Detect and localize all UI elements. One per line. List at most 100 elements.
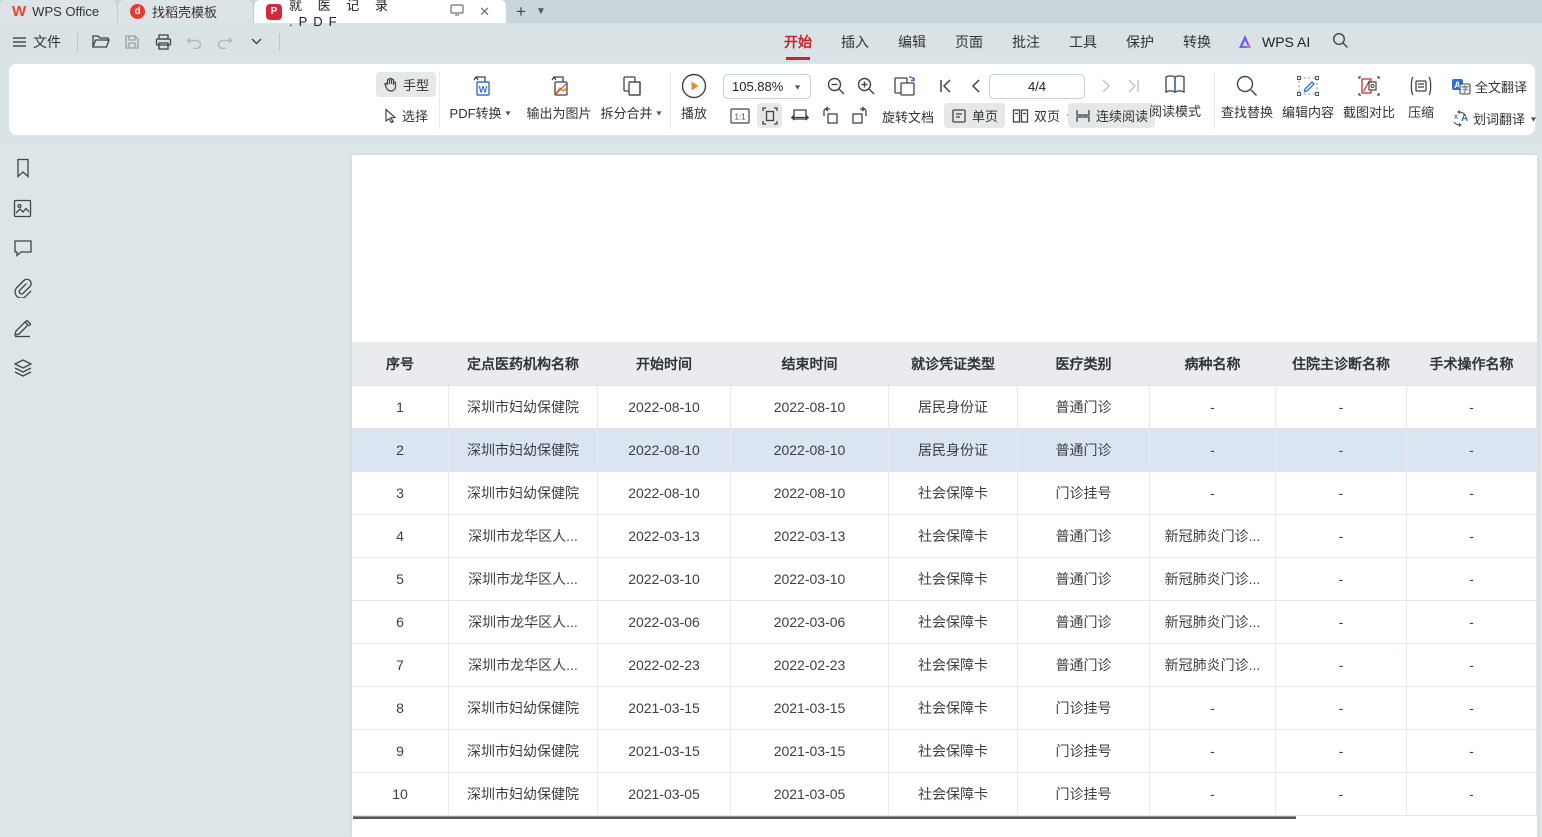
tab-document[interactable]: P 就 医 记 录 .PDF ✕ [254,0,506,23]
edit-content-button[interactable]: 编辑内容 [1277,74,1339,121]
table-row[interactable]: 10深圳市妇幼保健院2021-03-052021-03-05社会保障卡门诊挂号-… [352,773,1537,816]
menu-item-页面[interactable]: 页面 [955,26,983,58]
menu-item-批注[interactable]: 批注 [1012,26,1040,58]
chevron-down-icon: ▼ [504,109,513,117]
table-cell: - [1276,687,1407,730]
actual-size-button[interactable]: 1:1 [727,103,752,128]
find-replace-button[interactable]: 查找替换 [1216,74,1278,121]
table-row[interactable]: 9深圳市妇幼保健院2021-03-152021-03-15社会保障卡门诊挂号--… [352,730,1537,773]
tab-docer[interactable]: d 找稻壳模板 [118,0,254,23]
save-icon[interactable] [123,33,141,51]
undo-icon[interactable] [185,33,203,51]
table-row[interactable]: 6深圳市龙华区人...2022-03-062022-03-06社会保障卡普通门诊… [352,601,1537,644]
rotate-pages-icon[interactable] [891,73,919,101]
table-cell: 2021-03-15 [598,687,731,730]
table-row[interactable]: 5深圳市龙华区人...2022-03-102022-03-10社会保障卡普通门诊… [352,558,1537,601]
menu-item-保护[interactable]: 保护 [1126,26,1154,58]
continuous-read-button[interactable]: 连续阅读 [1068,103,1155,128]
toolbar: 手型 选择 W PDF转换▼ 输出为图片 拆分合并▼ 播放 [8,63,1536,136]
first-page-button[interactable] [935,75,957,97]
print-icon[interactable] [154,33,172,51]
screenshot-compare-button[interactable]: 截图对比 [1338,74,1400,121]
menu-item-插入[interactable]: 插入 [841,26,869,58]
thumbnail-icon[interactable] [12,197,34,219]
menu-item-开始[interactable]: 开始 [784,26,812,58]
select-tool-button[interactable]: 选择 [376,103,435,128]
table-row[interactable]: 1深圳市妇幼保健院2022-08-102022-08-10居民身份证普通门诊--… [352,386,1537,429]
redo-icon[interactable] [216,33,234,51]
file-menu-button[interactable]: 文件 [0,32,71,52]
column-header: 定点医药机构名称 [449,342,598,386]
signature-icon[interactable] [12,317,34,339]
attachment-icon[interactable] [12,277,34,299]
table-row[interactable]: 7深圳市龙华区人...2022-02-232022-02-23社会保障卡普通门诊… [352,644,1537,687]
single-page-button[interactable]: 单页 [944,103,1005,128]
open-file-icon[interactable] [92,33,110,51]
pdf-convert-label: PDF转换 [450,103,502,122]
menu-item-工具[interactable]: 工具 [1069,26,1097,58]
table-cell: 2021-03-05 [598,773,731,816]
split-merge-icon [620,74,644,99]
close-tab-icon[interactable]: ✕ [475,4,494,20]
table-cell: 社会保障卡 [889,773,1018,816]
word-translate-icon: xA [1451,110,1469,127]
table-cell: 9 [352,730,449,773]
hand-tool-button[interactable]: 手型 [376,72,436,97]
split-merge-button[interactable]: 拆分合并▼ [594,74,670,122]
table-cell: 2021-03-15 [598,730,731,773]
fit-width-button[interactable] [787,103,812,128]
compress-button[interactable]: 压缩 [1396,74,1446,121]
table-cell: - [1150,773,1276,816]
next-page-button[interactable] [1096,75,1118,97]
zoom-in-button[interactable] [855,75,877,97]
bookmark-icon[interactable] [12,157,34,179]
last-page-button[interactable] [1122,75,1144,97]
table-row[interactable]: 4深圳市龙华区人...2022-03-132022-03-13社会保障卡普通门诊… [352,515,1537,558]
word-translate-button[interactable]: xA 划词翻译 ▼ [1451,109,1538,128]
menu-item-编辑[interactable]: 编辑 [898,26,926,58]
page-number-input[interactable]: 4/4 [989,74,1085,99]
pdf-convert-button[interactable]: W PDF转换▼ [443,74,519,122]
new-tab-button[interactable]: + ▼ [506,0,556,23]
comment-icon[interactable] [12,237,34,259]
table-cell: 2022-03-13 [598,515,731,558]
wps-ai-icon [1239,34,1256,49]
more-commands-chevron-icon[interactable] [247,33,265,51]
table-cell: 2022-03-06 [598,601,731,644]
table-cell: 2022-08-10 [731,429,889,472]
menu-search-icon[interactable] [1332,32,1349,52]
table-row[interactable]: 2深圳市妇幼保健院2022-08-102022-08-10居民身份证普通门诊--… [352,429,1537,472]
table-cell: 社会保障卡 [889,644,1018,687]
rotate-left-button[interactable] [817,103,842,128]
wps-ai-button[interactable]: WPS AI [1239,34,1310,50]
fit-page-button[interactable] [757,103,782,128]
zoom-out-button[interactable] [825,75,847,97]
column-header: 开始时间 [598,342,731,386]
tab-wps-home[interactable]: W WPS Office [0,0,118,23]
rotate-right-button[interactable] [847,103,872,128]
play-button[interactable]: 播放 [664,73,724,122]
zoom-level-select[interactable]: 105.88% ▼ [723,74,811,99]
table-cell: 深圳市妇幼保健院 [449,687,598,730]
continuous-read-label: 连续阅读 [1096,106,1148,125]
hand-tool-label: 手型 [403,75,429,94]
menu-item-转换[interactable]: 转换 [1183,26,1211,58]
previous-page-button[interactable] [964,75,986,97]
read-mode-button[interactable]: 阅读模式 [1144,73,1206,120]
screenshot-compare-icon [1357,74,1381,98]
table-cell: 4 [352,515,449,558]
pdf-page[interactable]: 序号定点医药机构名称开始时间结束时间就诊凭证类型医疗类别病种名称住院主诊断名称手… [352,155,1537,837]
layers-icon[interactable] [12,357,34,379]
table-cell: 深圳市龙华区人... [449,515,598,558]
rotate-doc-label[interactable]: 旋转文档 [882,107,934,126]
table-cell: 2 [352,429,449,472]
table-row[interactable]: 8深圳市妇幼保健院2021-03-152021-03-15社会保障卡门诊挂号--… [352,687,1537,730]
tab-bar: W WPS Office d 找稻壳模板 P 就 医 记 录 .PDF ✕ + … [0,0,1542,23]
full-translate-button[interactable]: A字 全文翻译 [1451,77,1527,96]
export-image-button[interactable]: 输出为图片 [521,74,597,122]
table-row[interactable]: 3深圳市妇幼保健院2022-08-102022-08-10社会保障卡门诊挂号--… [352,472,1537,515]
table-cell: 门诊挂号 [1018,472,1150,515]
table-cell: 2022-08-10 [598,472,731,515]
table-cell: 新冠肺炎门诊... [1150,644,1276,687]
share-screen-icon[interactable] [446,4,468,19]
